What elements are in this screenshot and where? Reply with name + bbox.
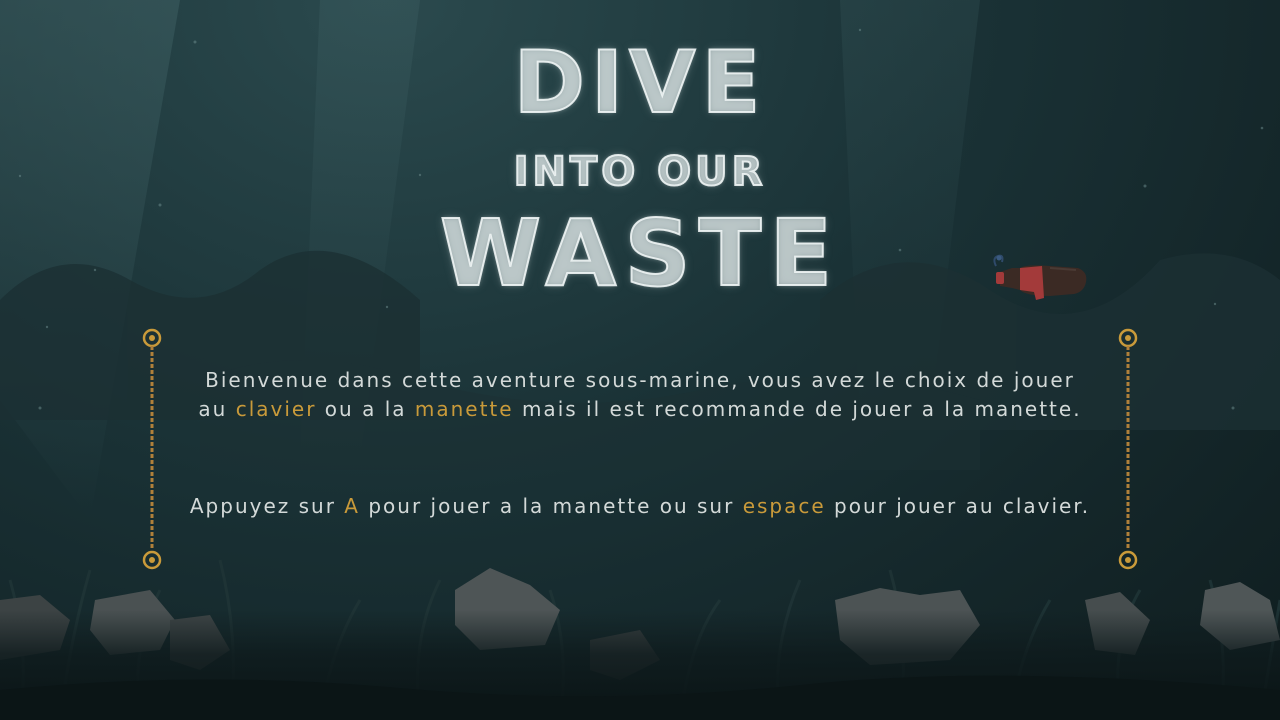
intro-text: Bienvenue dans cette aventure sous-marin… bbox=[180, 366, 1100, 424]
space-key-highlight: espace bbox=[742, 494, 826, 518]
start-instructions: Appuyez sur A pour jouer a la manette ou… bbox=[180, 492, 1100, 521]
instructions-end: pour jouer au clavier. bbox=[825, 494, 1091, 518]
plastic-bottle-icon bbox=[993, 254, 1087, 300]
intro-text-end: mais il est recommande de jouer a la man… bbox=[513, 397, 1082, 421]
seafloor-rocks bbox=[0, 568, 1280, 720]
button-a-highlight: A bbox=[344, 494, 360, 518]
rope-divider-left-icon bbox=[142, 328, 162, 570]
keyboard-highlight: clavier bbox=[235, 397, 317, 421]
title-dive: DIVE bbox=[513, 33, 767, 133]
instructions-start: Appuyez sur bbox=[189, 494, 345, 518]
rope-divider-right-icon bbox=[1118, 328, 1138, 570]
instructions-middle: pour jouer a la manette ou sur bbox=[359, 494, 743, 518]
gamepad-highlight: manette bbox=[414, 397, 514, 421]
intro-text-au: au bbox=[198, 397, 236, 421]
intro-text-ou: ou a la bbox=[316, 397, 415, 421]
title-into-our: INTO OUR bbox=[513, 149, 767, 195]
intro-text-line1: Bienvenue dans cette aventure sous-marin… bbox=[205, 368, 1075, 392]
